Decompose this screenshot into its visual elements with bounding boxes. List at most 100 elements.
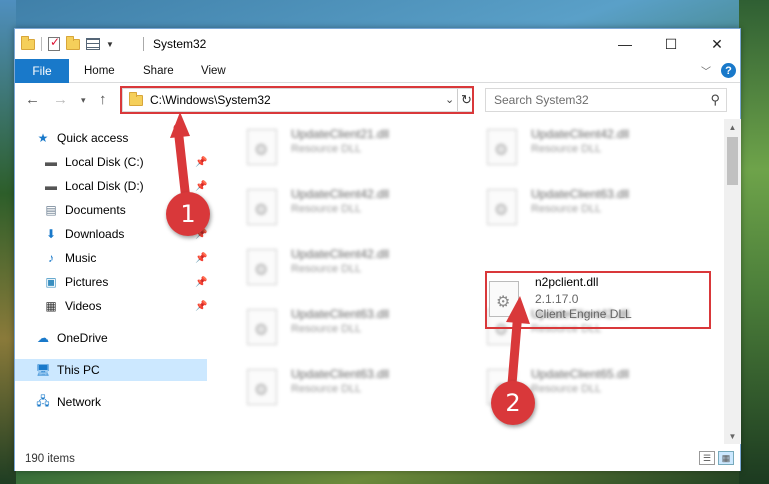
properties-icon[interactable] — [48, 35, 60, 51]
list-item[interactable]: UpdateClient42.dll Resource DLL — [229, 241, 439, 289]
list-item[interactable]: UpdateClient21.dll Resource DLL — [229, 121, 439, 169]
nav-item-label: Music — [65, 251, 97, 265]
file-description: Resource DLL — [291, 263, 362, 275]
nav-item-label: Network — [57, 395, 102, 409]
pin-icon[interactable]: 📌 — [195, 253, 207, 264]
nav-item-videos[interactable]: ▦ Videos 📌 — [43, 295, 207, 317]
details-view-icon[interactable]: ☰ — [699, 451, 715, 465]
address-bar-highlight — [120, 86, 474, 114]
list-item[interactable]: UpdateClient63.dll Resource DLL — [469, 181, 679, 229]
videos-icon: ▦ — [45, 299, 57, 313]
dll-file-icon — [487, 129, 517, 165]
up-arrow-icon[interactable]: ↑ — [99, 91, 107, 108]
file-description: Resource DLL — [291, 203, 362, 215]
list-item[interactable]: UpdateClient63.dll Resource DLL — [229, 361, 439, 409]
new-folder-icon[interactable] — [66, 35, 80, 50]
nav-item-label: Quick access — [57, 131, 129, 145]
nav-item-label: Videos — [65, 299, 102, 313]
address-row: ← → ▾ ↑ C:\Windows\System32 ⌄ ↻ Search S… — [15, 85, 740, 115]
dll-file-icon — [247, 129, 277, 165]
list-item[interactable]: UpdateClient63.dll Resource DLL — [229, 301, 439, 349]
dll-file-icon — [487, 189, 517, 225]
file-name: UpdateClient42.dll — [291, 187, 390, 201]
minimize-button[interactable]: — — [602, 29, 648, 59]
documents-icon: ▤ — [45, 203, 57, 217]
search-placeholder: Search System32 — [494, 93, 589, 107]
file-description: Resource DLL — [291, 323, 362, 335]
tab-share[interactable]: Share — [143, 59, 174, 83]
forward-arrow-icon[interactable]: → — [53, 91, 68, 108]
scrollbar-thumb[interactable] — [727, 137, 738, 185]
file-name: UpdateClient65.dll — [531, 367, 630, 381]
file-list: UpdateClient21.dll Resource DLL UpdateCl… — [219, 119, 724, 444]
nav-item-quick-access[interactable]: ★ Quick access — [35, 127, 207, 149]
nav-item-network[interactable]: 🖧 Network — [35, 391, 207, 413]
network-icon: 🖧 — [36, 393, 50, 408]
nav-item-label: Local Disk (C:) — [65, 155, 144, 169]
help-icon[interactable]: ? — [721, 63, 736, 78]
dll-file-icon — [247, 189, 277, 225]
file-description: Resource DLL — [291, 143, 362, 155]
list-item[interactable]: UpdateClient42.dll Resource DLL — [469, 121, 679, 169]
maximize-button[interactable]: ☐ — [648, 29, 694, 59]
file-description: Resource DLL — [531, 143, 602, 155]
nav-item-local-disk-c[interactable]: ▬ Local Disk (C:) 📌 — [43, 151, 207, 173]
downloads-icon: ⬇ — [45, 227, 57, 241]
nav-item-this-pc[interactable]: 🖥 This PC — [15, 359, 207, 381]
tiles-view-icon[interactable]: ▦ — [718, 451, 734, 465]
file-highlight-box — [485, 271, 711, 329]
step-2-badge: 2 — [491, 381, 535, 425]
window-title: System32 — [153, 37, 207, 51]
tab-view[interactable]: View — [201, 59, 226, 83]
drive-icon: ▬ — [45, 179, 57, 193]
nav-item-music[interactable]: ♪ Music 📌 — [43, 247, 207, 269]
nav-item-label: OneDrive — [57, 331, 108, 345]
customize-toolbar-dropdown-icon[interactable]: ▼ — [106, 40, 114, 49]
dll-file-icon — [247, 369, 277, 405]
back-arrow-icon[interactable]: ← — [25, 91, 40, 108]
navigation-pane: ★ Quick access ▬ Local Disk (C:) 📌 ▬ Loc… — [15, 119, 207, 444]
file-name: UpdateClient63.dll — [531, 187, 630, 201]
pc-icon: 🖥 — [35, 363, 51, 377]
tab-home[interactable]: Home — [84, 59, 115, 83]
star-icon: ★ — [37, 131, 49, 145]
pin-icon[interactable]: 📌 — [195, 277, 207, 288]
recent-locations-chevron-icon[interactable]: ▾ — [81, 95, 86, 106]
file-name: UpdateClient42.dll — [531, 127, 630, 141]
tab-file[interactable]: File — [15, 59, 69, 83]
view-toggle: ☰ ▦ — [699, 451, 734, 465]
window-controls: — ☐ ✕ — [602, 29, 740, 59]
onedrive-icon: ☁ — [37, 331, 49, 345]
file-name: UpdateClient21.dll — [291, 127, 390, 141]
dll-file-icon — [247, 309, 277, 345]
nav-item-label: This PC — [57, 363, 100, 377]
search-input[interactable]: Search System32 ⚲ — [485, 88, 727, 112]
file-name: UpdateClient63.dll — [291, 307, 390, 321]
search-icon[interactable]: ⚲ — [710, 92, 720, 108]
nav-item-label: Documents — [65, 203, 126, 217]
file-name: UpdateClient63.dll — [291, 367, 390, 381]
title-divider — [143, 37, 144, 51]
quick-access-toolbar: ▼ — [21, 35, 114, 53]
pin-icon[interactable]: 📌 — [195, 181, 207, 192]
ribbon-right: ﹀ ? — [701, 63, 736, 78]
folder-icon — [21, 35, 35, 50]
pin-icon[interactable]: 📌 — [195, 157, 207, 168]
file-description: Resource DLL — [531, 383, 602, 395]
scroll-down-arrow-icon[interactable]: ▼ — [724, 428, 741, 444]
dll-file-icon — [247, 249, 277, 285]
list-item[interactable]: UpdateClient42.dll Resource DLL — [229, 181, 439, 229]
close-button[interactable]: ✕ — [694, 29, 740, 59]
drive-icon: ▬ — [45, 155, 57, 169]
ribbon-tabs: File Home Share View ﹀ ? — [15, 59, 740, 83]
view-options-icon[interactable] — [86, 38, 100, 50]
pin-icon[interactable]: 📌 — [195, 301, 207, 312]
nav-item-label: Pictures — [65, 275, 109, 289]
scroll-up-arrow-icon[interactable]: ▲ — [724, 119, 741, 135]
vertical-scrollbar[interactable]: ▲ ▼ — [724, 119, 741, 444]
expand-ribbon-chevron-icon[interactable]: ﹀ — [701, 63, 711, 78]
nav-item-onedrive[interactable]: ☁ OneDrive — [35, 327, 207, 349]
title-bar: ▼ System32 — ☐ ✕ — [15, 29, 740, 59]
nav-item-pictures[interactable]: ▣ Pictures 📌 — [43, 271, 207, 293]
file-description: Resource DLL — [291, 383, 362, 395]
